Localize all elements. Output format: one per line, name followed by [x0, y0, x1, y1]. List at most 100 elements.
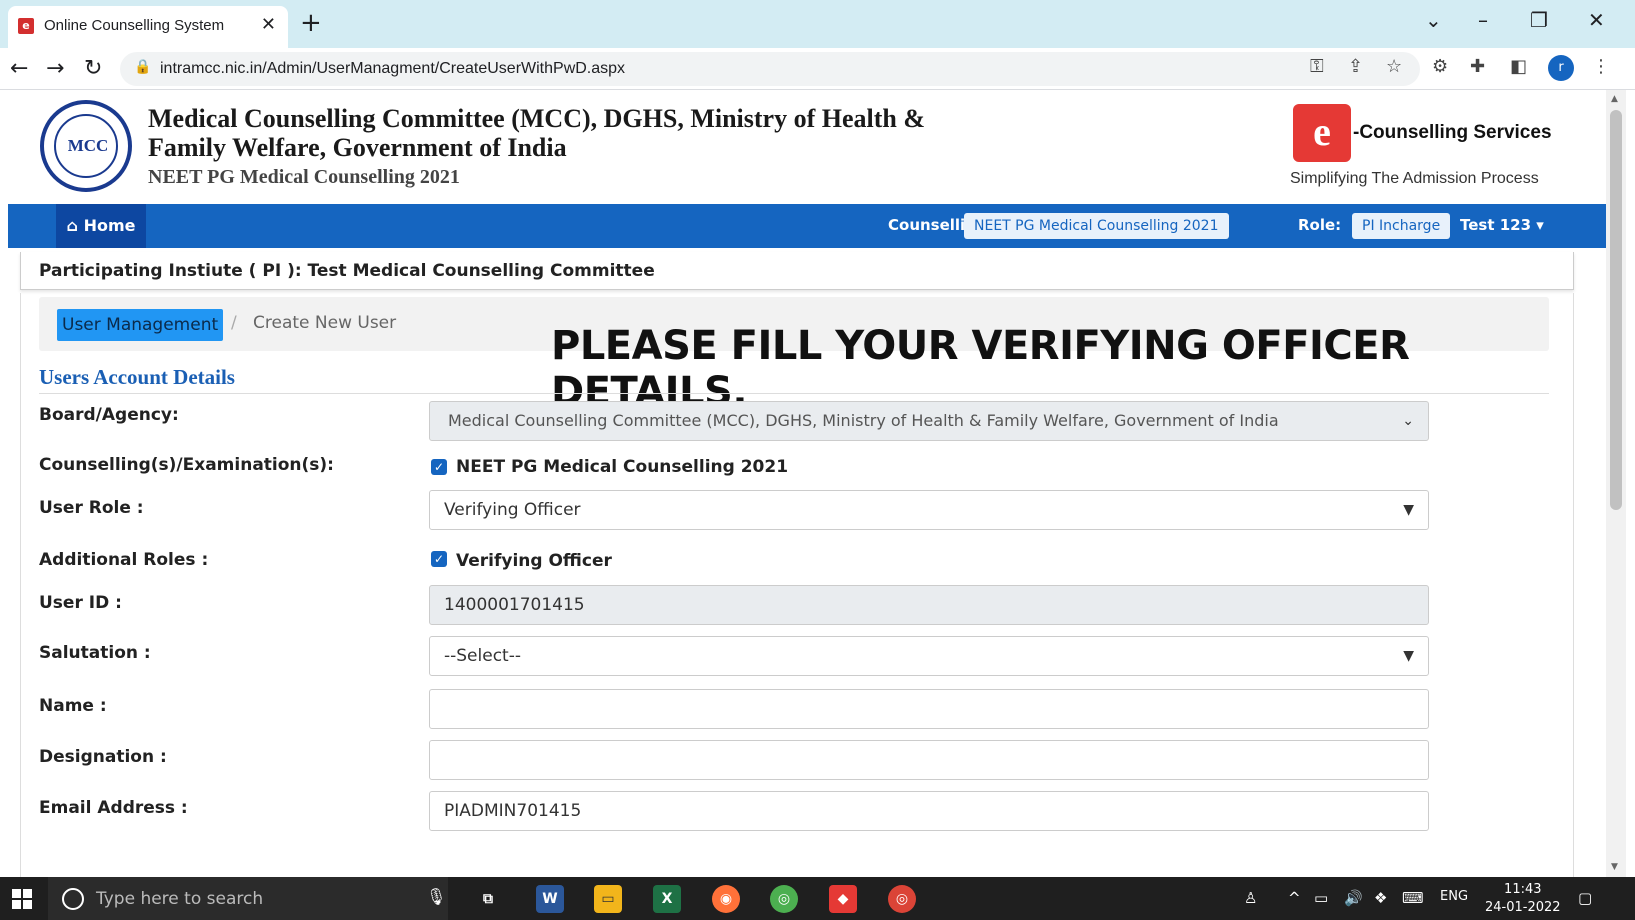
tab-close-icon[interactable]: ✕	[261, 14, 276, 35]
section-divider	[39, 393, 1549, 394]
user-id-label: User ID :	[39, 593, 122, 613]
pi-info-bar: Participating Instiute ( PI ): Test Medi…	[20, 252, 1574, 290]
org-title: Medical Counselling Committee (MCC), DGH…	[148, 104, 926, 162]
caret-down-icon: ▼	[1403, 648, 1414, 664]
excel-icon[interactable]: X	[653, 885, 681, 913]
designation-input[interactable]	[429, 740, 1429, 780]
file-explorer-icon[interactable]: ▭	[594, 885, 622, 913]
microphone-icon[interactable]: 🎙	[426, 887, 446, 906]
url-omnibox[interactable]: 🔒 intramcc.nic.in/Admin/UserManagment/Cr…	[120, 52, 1420, 86]
side-panel-icon[interactable]: ◧	[1510, 56, 1527, 77]
designation-label: Designation :	[39, 747, 167, 767]
cortana-icon	[62, 888, 84, 910]
browser-tab[interactable]: e Online Counselling System ✕	[8, 6, 288, 48]
bookmark-star-icon[interactable]: ☆	[1386, 56, 1402, 77]
nav-home-label: Home	[83, 216, 136, 235]
notification-icon[interactable]: ▢	[1578, 889, 1592, 907]
keyboard-icon[interactable]: ⌨	[1402, 889, 1424, 907]
chevron-down-icon: ⌄	[1402, 413, 1414, 429]
counselling-checkbox[interactable]: ✓	[431, 459, 447, 475]
network-icon[interactable]: ▭	[1314, 889, 1328, 907]
salutation-value: --Select--	[444, 646, 521, 666]
mcc-logo: MCC	[40, 100, 132, 192]
browser-menu-icon[interactable]: ⋮	[1592, 56, 1610, 77]
user-role-value: Verifying Officer	[444, 500, 581, 520]
url-text[interactable]: intramcc.nic.in/Admin/UserManagment/Crea…	[160, 60, 625, 78]
minimize-icon[interactable]: –	[1478, 8, 1488, 32]
nav-user-menu[interactable]: Test 123 ▾	[1460, 216, 1544, 234]
user-id-input[interactable]: 1400001701415	[429, 585, 1429, 625]
scroll-down-icon[interactable]: ▼	[1611, 862, 1618, 872]
lock-icon[interactable]: 🔒	[134, 59, 151, 75]
taskbar-search-box[interactable]: Type here to search 🎙	[48, 877, 448, 920]
email-label: Email Address :	[39, 798, 188, 818]
tray-chevron-up-icon[interactable]: ^	[1288, 889, 1301, 907]
windows-taskbar: Type here to search 🎙 ⧉ W ▭ X ◉ ◎ ◆ ◎ ♙ …	[0, 877, 1635, 920]
e-counselling-name: -Counselling Services	[1353, 122, 1552, 143]
new-tab-icon[interactable]: +	[300, 8, 322, 38]
page-scrollbar[interactable]: ▲ ▼	[1606, 90, 1626, 877]
caret-down-icon: ▼	[1403, 502, 1414, 518]
windows-start-icon[interactable]	[12, 889, 32, 909]
firefox-icon[interactable]: ◉	[712, 885, 740, 913]
main-navbar: ⌂ Home Counselling : NEET PG Medical Cou…	[8, 204, 1606, 248]
name-label: Name :	[39, 696, 107, 716]
scroll-up-icon[interactable]: ▲	[1611, 94, 1618, 104]
user-id-value: 1400001701415	[444, 595, 585, 615]
anydesk-icon[interactable]: ◆	[829, 885, 857, 913]
additional-role-checkbox[interactable]: ✓	[431, 551, 447, 567]
address-bar: ← → ↻ 🔒 intramcc.nic.in/Admin/UserManagm…	[0, 48, 1635, 90]
home-icon: ⌂	[66, 216, 78, 235]
email-value: PIADMIN701415	[444, 801, 582, 821]
nav-home-link[interactable]: ⌂ Home	[56, 204, 146, 248]
extensions-puzzle-icon[interactable]: ✚	[1470, 56, 1485, 77]
tab-search-chevron-icon[interactable]: ⌄	[1425, 8, 1442, 32]
extension-gear-icon[interactable]: ⚙	[1432, 56, 1448, 77]
dropbox-icon[interactable]: ❖	[1374, 889, 1387, 907]
salutation-label: Salutation :	[39, 643, 151, 663]
counselling-option-label: NEET PG Medical Counselling 2021	[456, 457, 789, 477]
word-icon[interactable]: W	[536, 885, 564, 913]
nav-role-badge: PI Incharge	[1352, 213, 1451, 239]
e-counselling-tagline: Simplifying The Admission Process	[1290, 170, 1539, 187]
forward-icon[interactable]: →	[46, 56, 64, 81]
profile-avatar[interactable]: r	[1548, 55, 1574, 81]
nav-user-label: Test 123	[1460, 216, 1532, 234]
additional-role-option-label: Verifying Officer	[456, 551, 612, 571]
browser-tab-bar: e Online Counselling System ✕ + ⌄ – ❐ ✕	[0, 0, 1635, 48]
clock-time: 11:43	[1504, 882, 1542, 897]
board-agency-label: Board/Agency:	[39, 405, 179, 425]
taskbar-clock[interactable]: 11:43 24-01-2022	[1485, 881, 1561, 917]
counselling-label: Counselling(s)/Examination(s):	[39, 455, 334, 475]
nav-counselling-badge: NEET PG Medical Counselling 2021	[964, 213, 1229, 239]
site-favicon-icon: e	[18, 18, 34, 34]
language-indicator[interactable]: ENG	[1440, 889, 1468, 904]
site-header: MCC Medical Counselling Committee (MCC),…	[8, 90, 1606, 204]
clock-date: 24-01-2022	[1485, 900, 1561, 915]
chrome-profile-icon[interactable]: ◎	[888, 885, 916, 913]
name-input[interactable]	[429, 689, 1429, 729]
pi-info-text: Participating Instiute ( PI ): Test Medi…	[39, 261, 655, 281]
salutation-select[interactable]: --Select-- ▼	[429, 636, 1429, 676]
email-input[interactable]: PIADMIN701415	[429, 791, 1429, 831]
content-panel: User Management / Create New User PLEASE…	[20, 293, 1574, 877]
board-agency-select[interactable]: Medical Counselling Committee (MCC), DGH…	[429, 401, 1429, 441]
tab-title: Online Counselling System	[44, 17, 225, 34]
task-view-icon[interactable]: ⧉	[474, 885, 502, 913]
share-icon[interactable]: ⇪	[1348, 56, 1363, 77]
reload-icon[interactable]: ↻	[84, 56, 102, 81]
caret-down-icon: ▾	[1536, 216, 1544, 234]
additional-roles-label: Additional Roles :	[39, 550, 209, 570]
window-close-icon[interactable]: ✕	[1588, 8, 1605, 32]
taskbar-search-placeholder: Type here to search	[96, 889, 264, 909]
volume-icon[interactable]: 🔊	[1344, 889, 1363, 907]
back-icon[interactable]: ←	[10, 56, 28, 81]
breadcrumb-user-management[interactable]: User Management	[57, 309, 224, 341]
chrome-icon[interactable]: ◎	[770, 885, 798, 913]
restore-icon[interactable]: ❐	[1530, 8, 1548, 32]
people-icon[interactable]: ♙	[1244, 889, 1257, 907]
user-role-select[interactable]: Verifying Officer ▼	[429, 490, 1429, 530]
scrollbar-thumb[interactable]	[1610, 110, 1622, 510]
e-counselling-logo: e	[1293, 104, 1351, 162]
password-key-icon[interactable]: ⚿	[1310, 56, 1324, 77]
